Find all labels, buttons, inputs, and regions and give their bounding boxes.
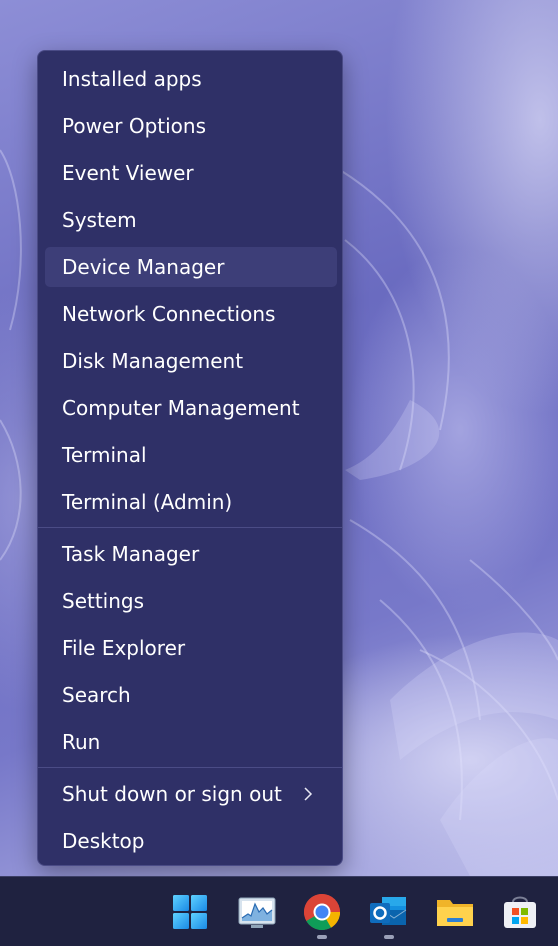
running-indicator	[384, 935, 394, 939]
menu-item-file-explorer[interactable]: File Explorer	[45, 628, 337, 668]
menu-item-computer-management[interactable]: Computer Management	[45, 388, 337, 428]
outlook-icon[interactable]	[368, 892, 408, 932]
menu-item-terminal[interactable]: Terminal	[45, 435, 337, 475]
menu-item-installed-apps[interactable]: Installed apps	[45, 59, 337, 99]
menu-item-label: Shut down or sign out	[62, 782, 282, 806]
chevron-right-icon	[304, 787, 313, 801]
menu-item-power-options[interactable]: Power Options	[45, 106, 337, 146]
menu-item-search[interactable]: Search	[45, 675, 337, 715]
menu-item-terminal-admin[interactable]: Terminal (Admin)	[45, 482, 337, 522]
running-indicator	[317, 935, 327, 939]
menu-separator	[38, 767, 342, 768]
menu-item-run[interactable]: Run	[45, 722, 337, 762]
windows-start-icon[interactable]	[170, 892, 210, 932]
chrome-icon[interactable]	[302, 892, 342, 932]
menu-item-shut-down-or-sign-out[interactable]: Shut down or sign out	[45, 774, 337, 814]
menu-item-desktop[interactable]: Desktop	[45, 821, 337, 861]
taskbar	[0, 876, 558, 946]
menu-item-network-connections[interactable]: Network Connections	[45, 294, 337, 334]
menu-item-system[interactable]: System	[45, 200, 337, 240]
menu-item-disk-management[interactable]: Disk Management	[45, 341, 337, 381]
menu-item-settings[interactable]: Settings	[45, 581, 337, 621]
winx-context-menu: Installed apps Power Options Event Viewe…	[37, 50, 343, 866]
microsoft-store-icon[interactable]	[500, 892, 540, 932]
menu-separator	[38, 527, 342, 528]
file-explorer-icon[interactable]	[435, 892, 475, 932]
menu-item-event-viewer[interactable]: Event Viewer	[45, 153, 337, 193]
performance-monitor-icon[interactable]	[237, 892, 277, 932]
menu-item-device-manager[interactable]: Device Manager	[45, 247, 337, 287]
menu-item-task-manager[interactable]: Task Manager	[45, 534, 337, 574]
